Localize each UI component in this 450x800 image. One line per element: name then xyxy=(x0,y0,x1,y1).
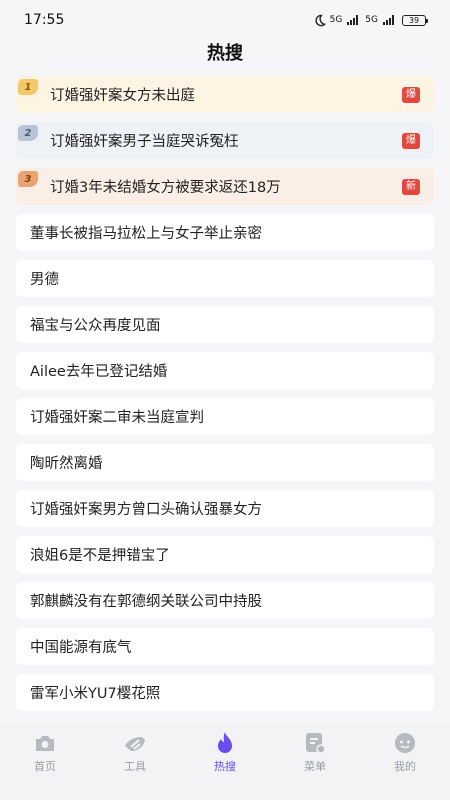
tab-label: 菜单 xyxy=(304,760,326,773)
tab-label: 工具 xyxy=(124,760,146,773)
signal-icon-2 xyxy=(383,15,394,25)
status-time: 17:55 xyxy=(24,12,65,28)
hot-item-13[interactable]: 中国能源有底气 xyxy=(16,628,434,665)
tab-home[interactable]: 首页 xyxy=(15,730,75,800)
hot-item-9[interactable]: 陶昕然离婚 xyxy=(16,444,434,481)
rank-badge: 3 xyxy=(18,171,38,187)
hot-item-text: 订婚强奸案男子当庭哭诉冤枉 xyxy=(50,134,239,150)
hot-item-text: 订婚强奸案男方曾口头确认强暴女方 xyxy=(30,502,262,518)
hot-item-6[interactable]: 福宝与公众再度见面 xyxy=(16,306,434,343)
hot-item-11[interactable]: 浪姐6是不是押错宝了 xyxy=(16,536,434,573)
hot-item-4[interactable]: 董事长被指马拉松上与女子举止亲密 xyxy=(16,214,434,251)
hot-item-text: 董事长被指马拉松上与女子举止亲密 xyxy=(30,226,262,242)
bottom-tab-bar: 首页 工具 热搜 菜单 我的 xyxy=(0,722,450,800)
hot-item-text: 订婚3年未结婚女方被要求返还18万 xyxy=(50,180,281,196)
page-title: 热搜 xyxy=(207,43,243,64)
signal-icon-1 xyxy=(347,15,359,25)
hot-item-text: 订婚强奸案女方未出庭 xyxy=(50,88,195,104)
hot-item-text: 中国能源有底气 xyxy=(30,640,132,656)
hot-item-10[interactable]: 订婚强奸案男方曾口头确认强暴女方 xyxy=(16,490,434,527)
hot-item-text: 郭麒麟没有在郭德纲关联公司中持股 xyxy=(30,594,262,610)
rank-badge: 1 xyxy=(18,79,38,95)
hot-item-1[interactable]: 1 订婚强奸案女方未出庭 爆 xyxy=(16,76,434,113)
moon-icon xyxy=(315,14,326,26)
tab-profile[interactable]: 我的 xyxy=(375,730,435,800)
hot-item-text: 福宝与公众再度见面 xyxy=(30,318,161,334)
hot-item-text: Ailee去年已登记结婚 xyxy=(30,364,168,380)
tab-hot-search[interactable]: 热搜 xyxy=(195,730,255,800)
tab-menu[interactable]: 菜单 xyxy=(285,730,345,800)
hot-item-text: 浪姐6是不是押错宝了 xyxy=(30,548,170,564)
hot-item-7[interactable]: Ailee去年已登记结婚 xyxy=(16,352,434,389)
tools-icon xyxy=(125,737,145,751)
hot-item-14[interactable]: 雷军小米YU7樱花照 xyxy=(16,674,434,711)
hot-item-text: 陶昕然离婚 xyxy=(30,456,103,472)
hot-item-text: 雷军小米YU7樱花照 xyxy=(30,686,161,702)
tab-tools[interactable]: 工具 xyxy=(105,730,165,800)
hot-search-list: 1 订婚强奸案女方未出庭 爆 2 订婚强奸案男子当庭哭诉冤枉 爆 3 订婚3年未… xyxy=(0,76,450,711)
tab-label: 我的 xyxy=(394,760,416,773)
hot-item-12[interactable]: 郭麒麟没有在郭德纲关联公司中持股 xyxy=(16,582,434,619)
new-tag: 新 xyxy=(402,178,420,195)
tab-label: 热搜 xyxy=(214,760,236,773)
tab-label: 首页 xyxy=(34,760,56,773)
rank-badge: 2 xyxy=(18,125,38,141)
hot-item-text: 男德 xyxy=(30,272,59,288)
flame-icon xyxy=(218,732,232,753)
status-icons: 5G 5G 39 xyxy=(313,14,428,27)
hot-item-5[interactable]: 男德 xyxy=(16,260,434,297)
profile-face-icon xyxy=(395,733,415,753)
network-label-2: 5G xyxy=(365,15,378,25)
battery-icon: 39 xyxy=(402,14,428,26)
network-label-1: 5G xyxy=(329,15,343,25)
hot-item-3[interactable]: 3 订婚3年未结婚女方被要求返还18万 新 xyxy=(16,168,434,205)
menu-list-icon xyxy=(306,733,326,754)
hot-item-2[interactable]: 2 订婚强奸案男子当庭哭诉冤枉 爆 xyxy=(16,122,434,159)
hot-tag: 爆 xyxy=(402,86,420,103)
camera-home-icon xyxy=(36,736,54,751)
hot-tag: 爆 xyxy=(402,132,420,149)
hot-item-text: 订婚强奸案二审未当庭宣判 xyxy=(30,410,204,426)
status-bar: 17:55 5G 5G 39 xyxy=(0,0,450,40)
hot-item-8[interactable]: 订婚强奸案二审未当庭宣判 xyxy=(16,398,434,435)
